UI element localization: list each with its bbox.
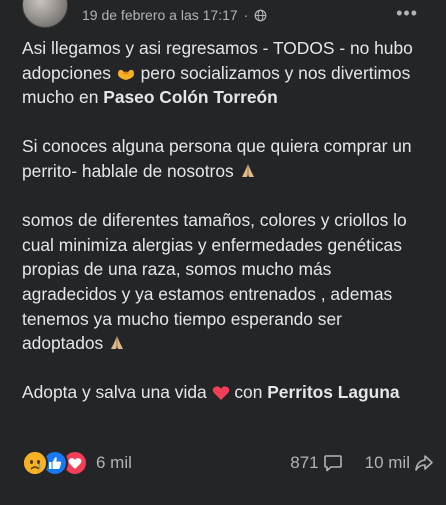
post-header: 19 de febrero a las 17:17 · ••• (0, 0, 446, 30)
heart-hands-emoji-icon (117, 69, 134, 80)
reaction-count[interactable]: 6 mil (96, 453, 132, 473)
paragraph-1: Asi llegamos y asi regresamos - TODOS - … (22, 36, 424, 110)
praying-hands-emoji-icon (111, 336, 124, 350)
praying-hands-emoji-icon (241, 163, 254, 177)
post-stats: 871 10 mil (290, 450, 434, 476)
reactions-summary[interactable]: 6 mil (22, 450, 132, 476)
post-meta: 19 de febrero a las 17:17 · (82, 6, 267, 24)
avatar[interactable] (22, 0, 68, 28)
paragraph-2-text: Si conoces alguna persona que quiera com… (22, 136, 412, 181)
sad-reaction-icon (22, 450, 48, 476)
paragraph-4: Adopta y salva una vida con Perritos Lag… (22, 380, 424, 405)
shares-stat[interactable]: 10 mil (365, 453, 434, 473)
paragraph-2: Si conoces alguna persona que quiera com… (22, 134, 424, 183)
location-link[interactable]: Paseo Colón Torreón (103, 87, 278, 107)
comments-stat[interactable]: 871 (290, 453, 342, 473)
paragraph-3: somos de diferentes tamaños, colores y c… (22, 208, 424, 356)
share-icon (415, 455, 433, 471)
page-link[interactable]: Perritos Laguna (267, 382, 399, 402)
action-bar-edge (0, 497, 446, 505)
paragraph-4-text-b: con (229, 382, 268, 403)
comment-count: 871 (290, 453, 319, 472)
more-options-icon[interactable]: ••• (396, 3, 418, 24)
paragraph-3-text: somos de diferentes tamaños, colores y c… (22, 210, 407, 354)
post-timestamp[interactable]: 19 de febrero a las 17:17 (82, 7, 238, 23)
share-count: 10 mil (364, 453, 410, 472)
globe-icon[interactable] (254, 9, 267, 22)
comment-icon (323, 455, 342, 472)
meta-separator: · (243, 7, 249, 23)
red-heart-emoji-icon (212, 386, 229, 401)
post-body: Asi llegamos y asi regresamos - TODOS - … (22, 36, 424, 405)
paragraph-4-text-a: Adopta y salva una vida (22, 382, 212, 403)
